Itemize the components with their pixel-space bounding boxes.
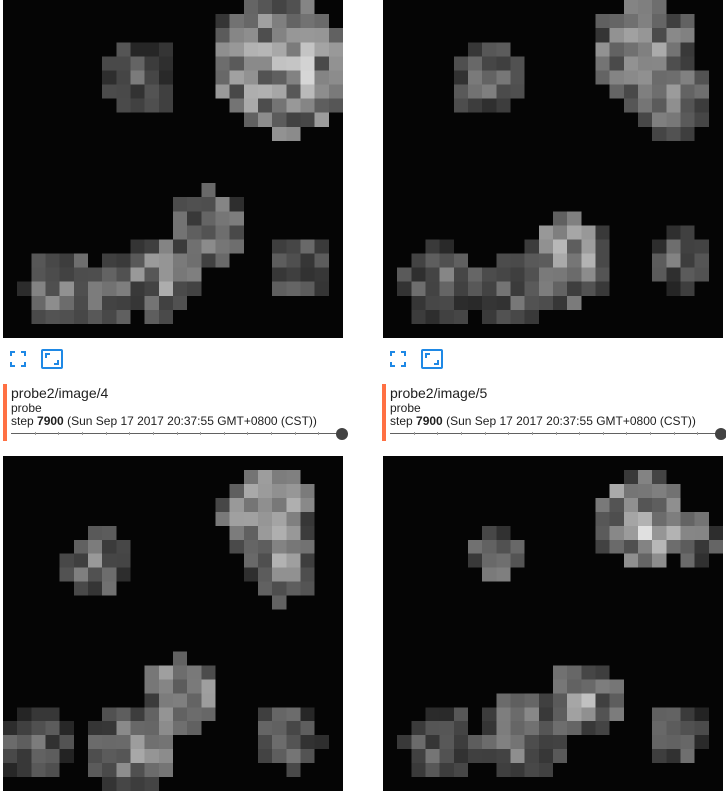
- slider-tick: [579, 432, 580, 435]
- step-info: step 7900 (Sun Sep 17 2017 20:37:55 GMT+…: [390, 414, 696, 428]
- image-bottom-left: [3, 456, 343, 791]
- image-tag-title: probe2/image/5: [390, 385, 488, 401]
- slider-tick: [414, 432, 415, 435]
- card-accent-bar: [3, 384, 7, 441]
- run-name: probe: [11, 401, 42, 415]
- slider-tick: [532, 432, 533, 435]
- actual-size-button[interactable]: [40, 347, 64, 371]
- slider-tick: [82, 432, 83, 435]
- step-value: 7900: [416, 414, 443, 428]
- slider-tick: [200, 432, 201, 435]
- slider-tick: [247, 432, 248, 435]
- slider-knob[interactable]: [715, 428, 726, 440]
- image-top-left: [3, 0, 343, 338]
- slider-tick: [437, 432, 438, 435]
- slider-tick: [224, 432, 225, 435]
- actual-size-button[interactable]: [420, 347, 444, 371]
- image-card-header: probe2/image/4 probe step 7900 (Sun Sep …: [3, 384, 348, 444]
- step-timestamp: (Sun Sep 17 2017 20:37:55 GMT+0800 (CST)…: [446, 414, 696, 428]
- step-label: step: [11, 414, 34, 428]
- fit-to-screen-icon: [390, 351, 406, 367]
- step-label: step: [390, 414, 413, 428]
- image-card-header: probe2/image/5 probe step 7900 (Sun Sep …: [382, 384, 726, 444]
- image-bottom-right: [383, 456, 723, 791]
- slider-tick: [58, 432, 59, 435]
- slider-tick: [556, 432, 557, 435]
- step-timestamp: (Sun Sep 17 2017 20:37:55 GMT+0800 (CST)…: [67, 414, 317, 428]
- slider-knob[interactable]: [336, 428, 348, 440]
- slider-tick: [177, 432, 178, 435]
- slider-tick: [106, 432, 107, 435]
- slider-tick: [603, 432, 604, 435]
- slider-tick: [650, 432, 651, 435]
- slider-tick: [461, 432, 462, 435]
- slider-tick: [318, 432, 319, 435]
- actual-size-icon: [421, 349, 443, 369]
- slider-tick: [485, 432, 486, 435]
- slider-tick: [129, 432, 130, 435]
- slider-tick: [508, 432, 509, 435]
- step-slider[interactable]: [11, 428, 348, 440]
- slider-tick: [271, 432, 272, 435]
- slider-tick: [626, 432, 627, 435]
- step-value: 7900: [37, 414, 64, 428]
- slider-tick: [153, 432, 154, 435]
- actual-size-icon: [41, 349, 63, 369]
- slider-tick: [35, 432, 36, 435]
- step-slider[interactable]: [390, 428, 726, 440]
- run-name: probe: [390, 401, 421, 415]
- card-accent-bar: [382, 384, 386, 441]
- fit-to-screen-button[interactable]: [386, 347, 410, 371]
- slider-tick: [697, 432, 698, 435]
- image-top-right: [383, 0, 723, 338]
- slider-tick: [674, 432, 675, 435]
- step-info: step 7900 (Sun Sep 17 2017 20:37:55 GMT+…: [11, 414, 317, 428]
- fit-to-screen-icon: [10, 351, 26, 367]
- fit-to-screen-button[interactable]: [6, 347, 30, 371]
- slider-tick: [295, 432, 296, 435]
- image-tag-title: probe2/image/4: [11, 385, 109, 401]
